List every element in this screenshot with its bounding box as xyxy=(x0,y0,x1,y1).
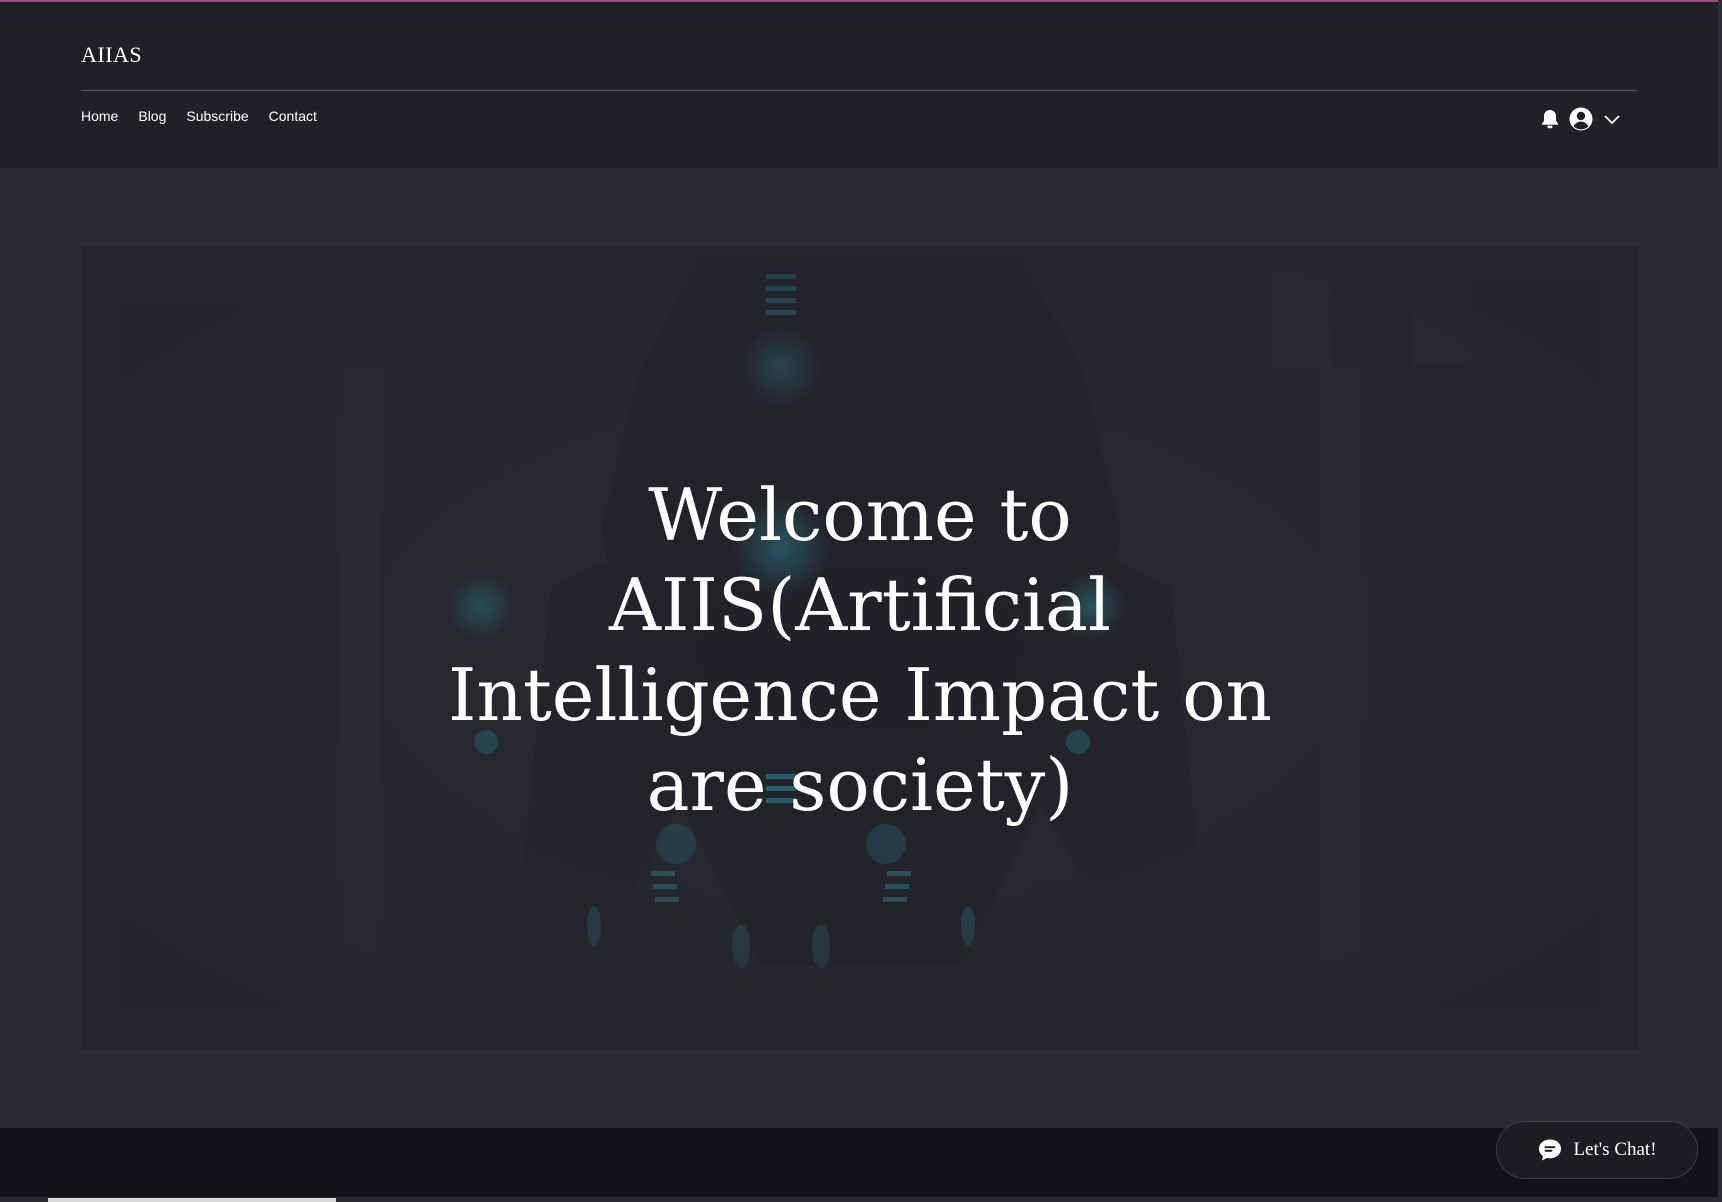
user-avatar-icon[interactable] xyxy=(1568,106,1594,132)
site-header: AIIAS Home Blog Subscribe Contact xyxy=(0,2,1722,168)
header-actions xyxy=(1540,106,1622,132)
header-divider xyxy=(81,90,1637,91)
nav-item-contact[interactable]: Contact xyxy=(269,108,317,124)
nav-item-subscribe[interactable]: Subscribe xyxy=(186,108,248,124)
chat-button[interactable]: Let's Chat! xyxy=(1496,1121,1698,1179)
chevron-down-icon[interactable] xyxy=(1602,112,1622,126)
main-nav: Home Blog Subscribe Contact xyxy=(81,108,317,124)
chat-button-label: Let's Chat! xyxy=(1573,1139,1657,1160)
site-title[interactable]: AIIAS xyxy=(81,42,142,68)
nav-item-blog[interactable]: Blog xyxy=(138,108,166,124)
chat-bubble-icon xyxy=(1537,1138,1563,1162)
horizontal-scrollbar-thumb[interactable] xyxy=(48,1198,336,1202)
browser-viewport: AIIAS Home Blog Subscribe Contact Welcom… xyxy=(0,0,1722,1202)
nav-item-home[interactable]: Home xyxy=(81,108,118,124)
bell-icon[interactable] xyxy=(1540,108,1560,130)
footer-band xyxy=(0,1128,1722,1202)
vertical-scrollbar[interactable] xyxy=(1718,0,1722,1202)
hero-heading: Welcome to AIIS(Artificial Intelligence … xyxy=(448,473,1272,827)
hero-section: Welcome to AIIS(Artificial Intelligence … xyxy=(0,168,1722,1128)
